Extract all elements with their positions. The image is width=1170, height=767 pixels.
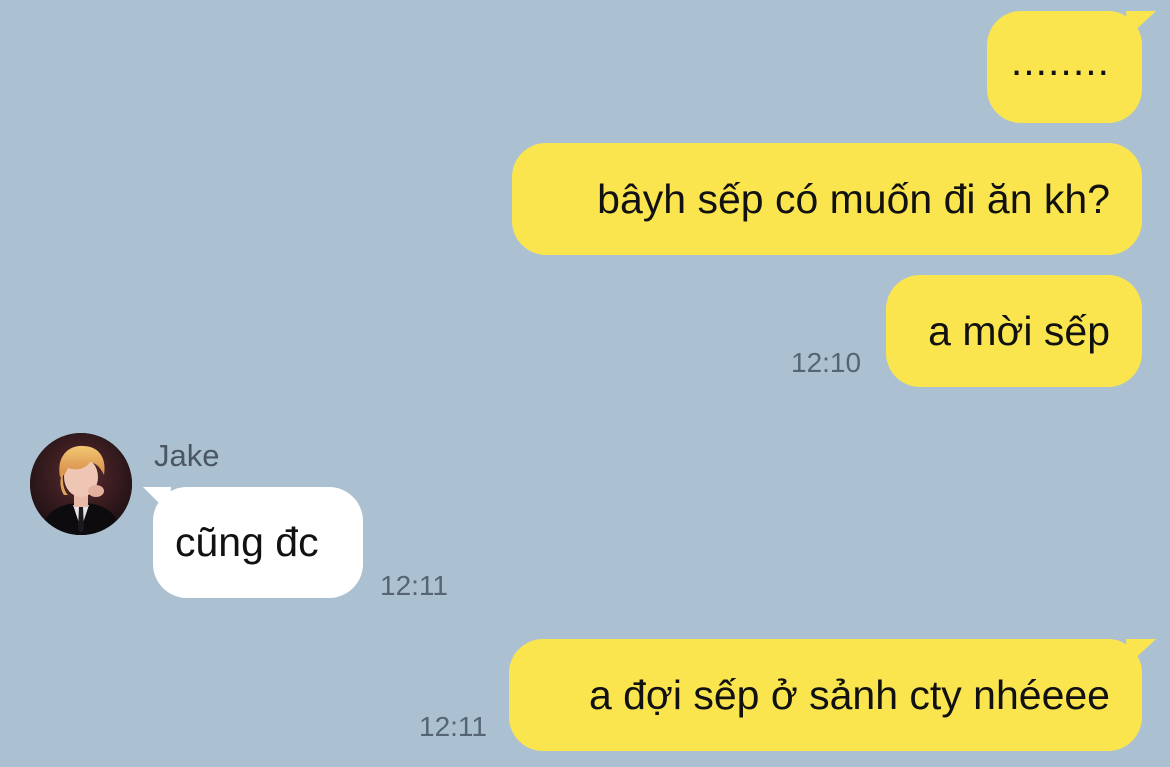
- message-text: ........: [1010, 37, 1110, 84]
- bubble-tail-icon: [143, 487, 171, 513]
- incoming-message-bubble[interactable]: cũng đc: [143, 487, 363, 598]
- bubble-tail-icon: [1126, 639, 1156, 665]
- message-timestamp: 12:11: [419, 711, 487, 742]
- message-timestamp: 12:10: [791, 347, 862, 378]
- outgoing-message-bubble[interactable]: bâyh sếp có muốn đi ăn kh?: [512, 143, 1142, 255]
- message-text: cũng đc: [175, 519, 319, 565]
- message-text: a đợi sếp ở sảnh cty nhéeee: [588, 671, 1110, 718]
- outgoing-message-bubble[interactable]: a đợi sếp ở sảnh cty nhéeee: [509, 639, 1156, 751]
- sender-name: Jake: [154, 438, 220, 473]
- avatar-photo-icon: [30, 433, 132, 535]
- message-text: a mời sếp: [928, 307, 1110, 354]
- message-timestamp: 12:11: [380, 570, 448, 601]
- message-text: bâyh sếp có muốn đi ăn kh?: [597, 175, 1110, 222]
- bubble-tail-icon: [1126, 11, 1156, 37]
- sender-avatar[interactable]: [30, 433, 132, 535]
- outgoing-message-bubble[interactable]: ........: [987, 11, 1156, 123]
- outgoing-message-bubble[interactable]: a mời sếp: [886, 275, 1142, 387]
- chat-message-list: ........ bâyh sếp có muốn đi ăn kh? a mờ…: [0, 0, 1170, 767]
